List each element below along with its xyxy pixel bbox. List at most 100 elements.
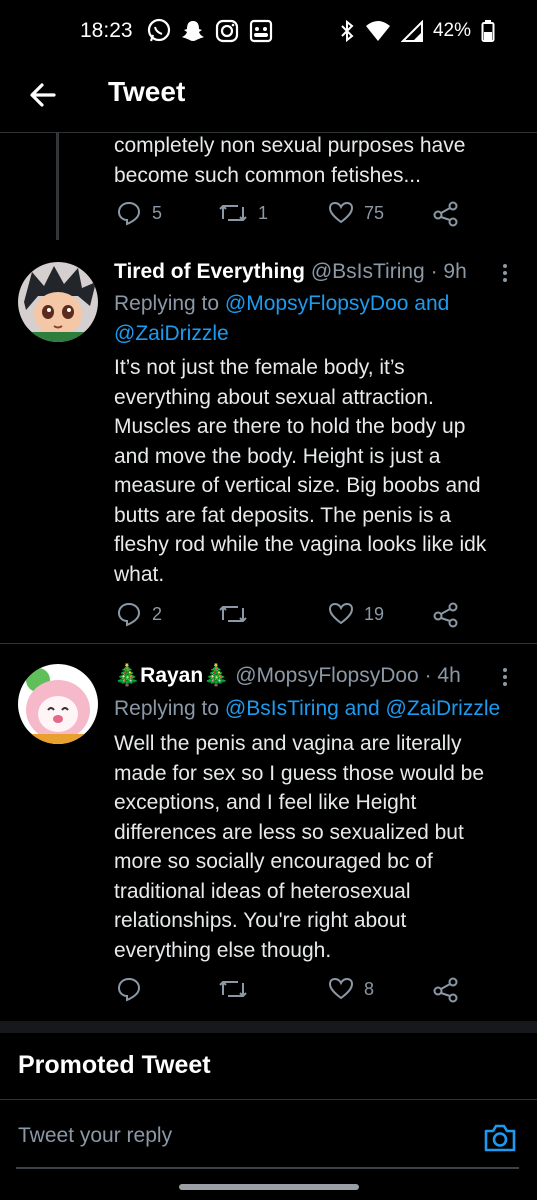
group-chat-icon bbox=[249, 19, 273, 43]
replying-to: Replying to @MopsyFlopsyDoo and @ZaiDriz… bbox=[114, 289, 449, 348]
share-button[interactable] bbox=[432, 200, 460, 228]
avatar[interactable] bbox=[18, 262, 98, 342]
tweet-text-line: more so socially encouraged bc of bbox=[114, 850, 433, 873]
tweet-text-line: what. bbox=[114, 562, 165, 586]
tweet-text-line: completely non sexual purposes have bbox=[114, 134, 466, 157]
tweet-time: · 4h bbox=[424, 664, 461, 687]
reply-button[interactable]: 2 bbox=[116, 601, 162, 627]
section-divider bbox=[0, 1021, 537, 1033]
author-name[interactable]: Tired of Everything bbox=[114, 260, 305, 283]
tweet-text-line: measure of vertical size. Big boobs and bbox=[114, 474, 481, 497]
camera-icon[interactable] bbox=[482, 1120, 518, 1156]
like-count: 8 bbox=[364, 978, 375, 999]
reply-icon bbox=[117, 977, 141, 1002]
tweet-header: 🎄Rayan🎄 @MopsyFlopsyDoo · 4h bbox=[114, 664, 461, 688]
reply-count: 2 bbox=[152, 603, 163, 624]
battery-percent: 42% bbox=[432, 20, 471, 41]
retweet-count: 1 bbox=[258, 202, 269, 223]
tweet-text-line: butts are fat deposits. The penis is a bbox=[114, 503, 451, 527]
more-options-icon[interactable] bbox=[500, 263, 510, 283]
system-status-icons: 42% bbox=[339, 19, 495, 43]
like-button[interactable]: 8 bbox=[328, 976, 374, 1002]
promoted-tweet-heading: Promoted Tweet bbox=[18, 1051, 211, 1079]
more-options-icon[interactable] bbox=[500, 667, 510, 687]
replying-to: Replying to @BsIsTiring and @ZaiDrizzle bbox=[114, 694, 500, 724]
reply-input-underline bbox=[16, 1167, 519, 1169]
status-time: 18:23 bbox=[80, 19, 133, 42]
retweet-icon bbox=[219, 606, 247, 622]
like-button[interactable]: 19 bbox=[328, 601, 384, 627]
heart-icon bbox=[328, 977, 354, 1000]
tweet-text-line: fleshy rod while the vagina looks like i… bbox=[114, 533, 487, 556]
reply-input[interactable] bbox=[16, 1110, 460, 1162]
heart-icon bbox=[328, 201, 354, 224]
tweet-text-line: everything else though. bbox=[114, 938, 332, 962]
gesture-bar[interactable] bbox=[179, 1184, 359, 1190]
retweet-button[interactable] bbox=[218, 601, 258, 627]
tweet-time: · 9h bbox=[430, 260, 467, 283]
christmas-tree-emoji: 🎄 bbox=[114, 664, 141, 687]
reply-count: 5 bbox=[152, 202, 163, 223]
tweet-text-line: made for sex so I guess those would be bbox=[114, 761, 485, 785]
reply-button[interactable]: 5 bbox=[116, 200, 162, 226]
tweet-text-line: become such common fetishes... bbox=[114, 163, 421, 187]
battery-icon bbox=[481, 20, 495, 42]
retweet-button[interactable] bbox=[218, 976, 258, 1002]
page-title: Tweet bbox=[108, 76, 186, 107]
tweet-text-line: Muscles are there to hold the body up bbox=[114, 415, 466, 438]
author-handle: @BsIsTiring bbox=[310, 260, 425, 283]
notification-icons bbox=[146, 18, 274, 44]
tweet-text-line: and move the body. Height is just a bbox=[114, 444, 441, 468]
avatar[interactable] bbox=[18, 664, 98, 744]
tweet-text-line: It’s not just the female body, it’s bbox=[114, 356, 405, 379]
retweet-button[interactable]: 1 bbox=[218, 200, 268, 226]
tweet-text-line: exceptions, and I feel like Height bbox=[114, 791, 417, 814]
tweet-divider bbox=[0, 643, 537, 644]
share-icon bbox=[433, 602, 458, 628]
tweet-text: Well the penis and vagina are literally … bbox=[114, 729, 484, 965]
tweet-text-line: differences are less so sexualized but bbox=[114, 820, 464, 844]
tweet-actions: 5 1 75 bbox=[114, 200, 484, 232]
tweet-actions: 8 bbox=[114, 976, 484, 1008]
author-handle: @MopsyFlopsyDoo bbox=[235, 664, 419, 687]
tweet-text-line: everything about sexual attraction. bbox=[114, 385, 434, 409]
replying-prefix: Replying to bbox=[114, 697, 220, 720]
share-icon bbox=[433, 977, 458, 1003]
retweet-icon bbox=[219, 981, 247, 997]
like-count: 19 bbox=[364, 603, 385, 624]
reply-icon bbox=[117, 602, 141, 627]
top-app-bar: Tweet bbox=[0, 62, 537, 133]
retweet-icon bbox=[219, 205, 247, 221]
tweet-text-line: traditional ideas of heterosexual bbox=[114, 879, 411, 903]
christmas-tree-emoji: 🎄 bbox=[203, 664, 230, 687]
author-name[interactable]: 🎄Rayan🎄 bbox=[114, 664, 229, 687]
tweet-text-line: relationships. You're right about bbox=[114, 909, 407, 932]
reply-button[interactable] bbox=[116, 976, 152, 1002]
tweet-actions: 2 19 bbox=[114, 601, 484, 633]
wifi-icon bbox=[365, 21, 390, 41]
instagram-icon bbox=[215, 19, 239, 43]
snapchat-icon bbox=[182, 21, 204, 41]
bluetooth-icon bbox=[341, 19, 354, 43]
share-button[interactable] bbox=[432, 601, 460, 629]
share-icon bbox=[433, 201, 458, 227]
replying-prefix: Replying to bbox=[114, 292, 220, 315]
signal-icon bbox=[400, 20, 423, 42]
author-name-text: Rayan bbox=[140, 664, 204, 687]
tweet-text: It’s not just the female body, it’s ever… bbox=[114, 353, 486, 589]
like-button[interactable]: 75 bbox=[328, 200, 384, 226]
reply-icon bbox=[117, 201, 141, 226]
tweet-text: completely non sexual purposes have beco… bbox=[114, 131, 465, 190]
thread-line bbox=[56, 132, 59, 240]
status-bar: 18:23 42% bbox=[0, 0, 537, 62]
mention-link[interactable]: @ZaiDrizzle bbox=[114, 322, 229, 345]
reply-composer bbox=[0, 1099, 537, 1172]
tweet-header: Tired of Everything @BsIsTiring · 9h bbox=[114, 260, 467, 284]
mention-link[interactable]: @BsIsTiring and @ZaiDrizzle bbox=[225, 697, 500, 720]
back-arrow-icon[interactable] bbox=[24, 75, 64, 115]
mention-link[interactable]: @MopsyFlopsyDoo and bbox=[225, 292, 449, 315]
heart-icon bbox=[328, 602, 354, 625]
share-button[interactable] bbox=[432, 976, 460, 1004]
whatsapp-icon bbox=[147, 18, 171, 42]
tweet-text-line: Well the penis and vagina are literally bbox=[114, 732, 462, 755]
